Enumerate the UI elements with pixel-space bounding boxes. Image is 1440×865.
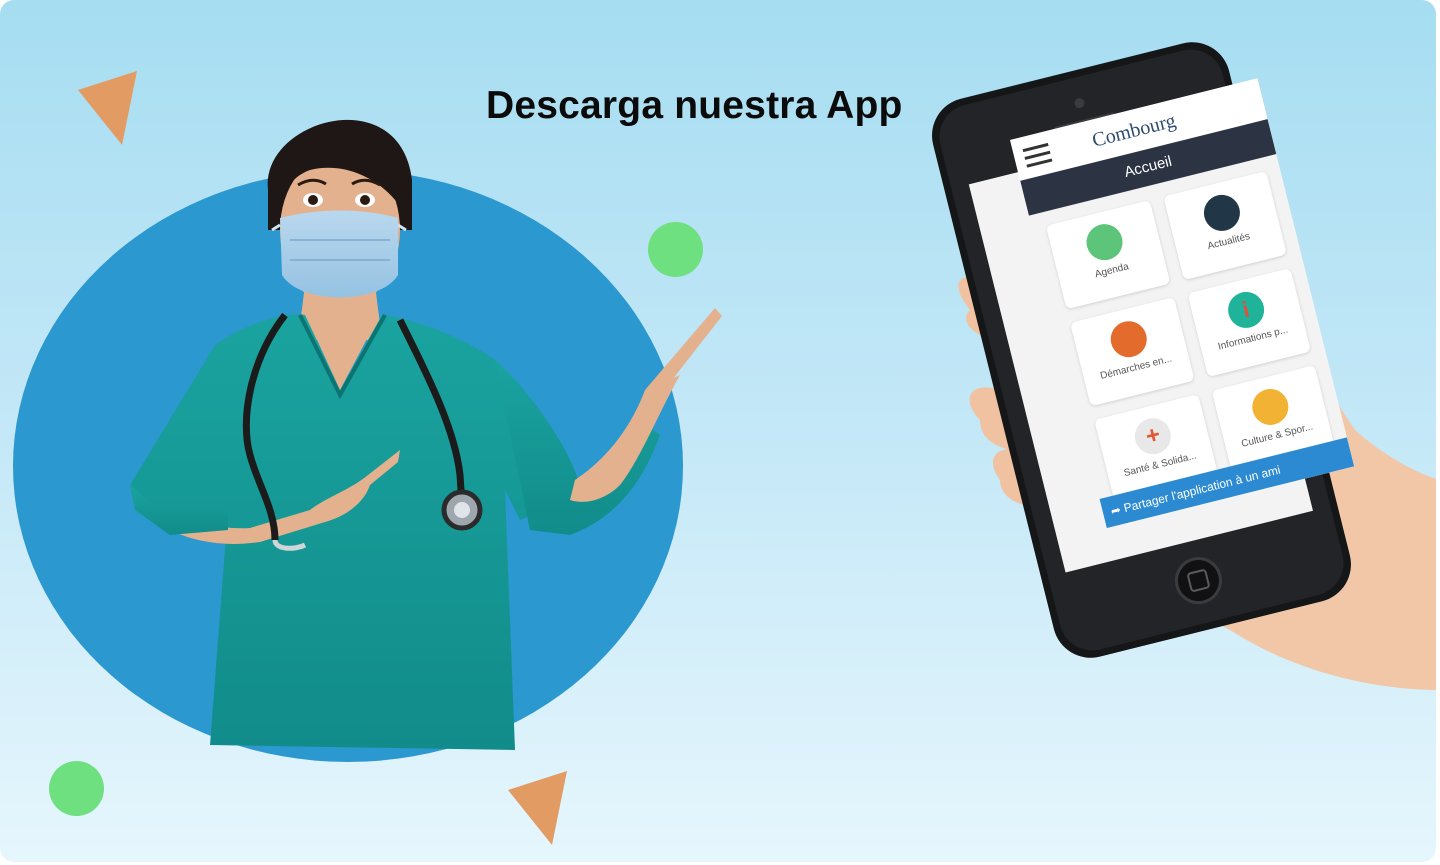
- hamburger-menu-icon[interactable]: [1022, 142, 1053, 169]
- calendar-icon: [1082, 220, 1127, 264]
- share-arrow-icon: ➦: [1109, 502, 1123, 519]
- health-cross-icon: +: [1131, 414, 1175, 458]
- info-icon: i: [1224, 288, 1268, 332]
- hero-banner: Descarga nuestra App Combourg Accueil Ag…: [0, 0, 1436, 862]
- castle-icon: [1248, 385, 1292, 429]
- triangle-decoration: [508, 771, 567, 845]
- document-icon: [1107, 317, 1151, 361]
- tile-informations[interactable]: i Informations p...: [1186, 267, 1312, 378]
- tile-actualites[interactable]: Actualités: [1162, 170, 1287, 281]
- tile-agenda[interactable]: Agenda: [1045, 200, 1170, 310]
- nurse-illustration: [130, 119, 722, 750]
- dot-decoration: [49, 761, 104, 816]
- tile-demarches[interactable]: Démarches en...: [1070, 297, 1195, 407]
- globe-icon: [1199, 191, 1244, 235]
